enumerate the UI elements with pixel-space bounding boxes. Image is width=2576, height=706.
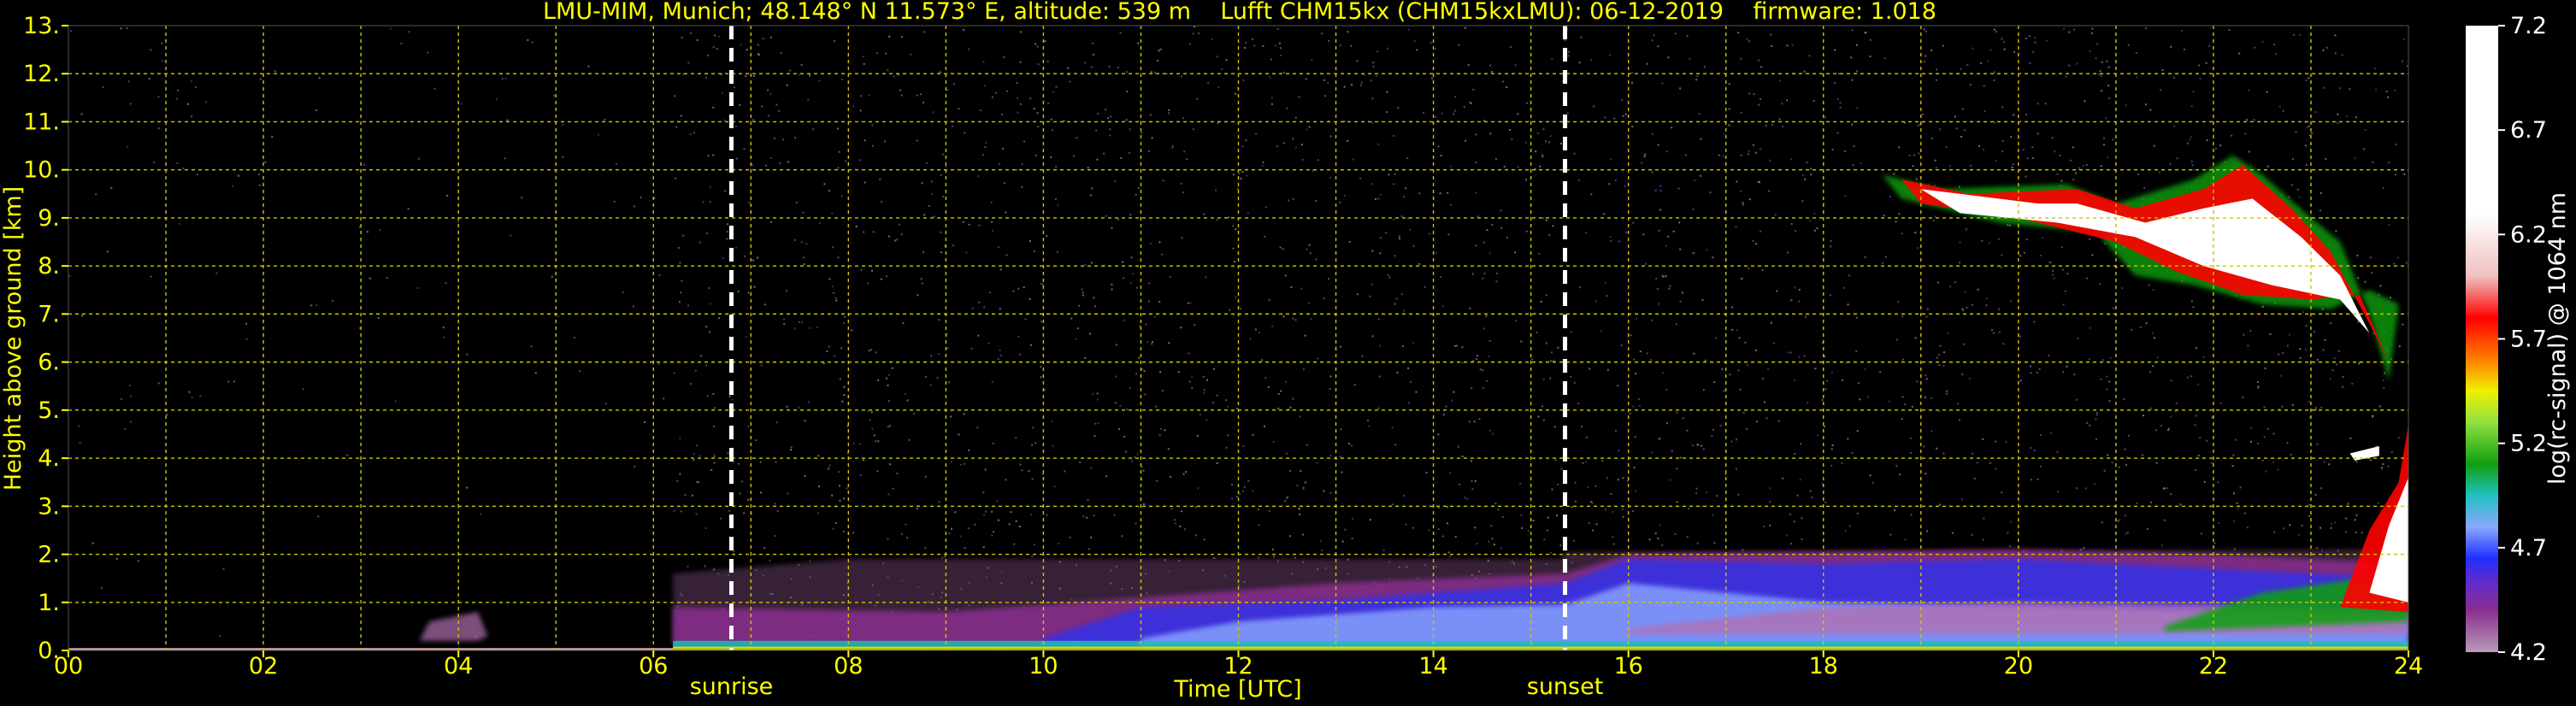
y-tick-label-3: 3.	[38, 493, 60, 520]
x-tick-label-5: 10	[1029, 653, 1058, 680]
x-tick-label-12: 24	[2394, 653, 2423, 680]
colorbar-tick-label-5: 6.7	[2510, 117, 2547, 144]
y-tick-label-2: 2.	[38, 542, 60, 568]
x-tick-label-11: 22	[2199, 653, 2228, 680]
x-tick-label-9: 18	[1809, 653, 1838, 680]
colorbar-tick-label-3: 5.7	[2510, 327, 2547, 353]
y-tick-label-5: 5.	[38, 397, 60, 424]
chart-title: LMU-MIM, Munich; 48.148° N 11.573° E, al…	[543, 0, 1936, 25]
marker-label-sunrise: sunrise	[690, 674, 774, 700]
x-tick-label-7: 14	[1418, 653, 1447, 680]
x-tick-label-2: 04	[444, 653, 473, 680]
y-tick-label-7: 7.	[38, 301, 60, 327]
y-tick-label-1: 1.	[38, 590, 60, 616]
y-tick-label-13: 13.	[23, 13, 60, 39]
marker-label-sunset: sunset	[1527, 674, 1604, 700]
colorbar-tick-label-6: 7.2	[2510, 13, 2547, 39]
plot-area: sunrise sunset	[68, 25, 2409, 700]
colorbar-gradient	[2466, 26, 2498, 652]
colorbar-label: log(rc-signal) @ 1064 nm	[2544, 192, 2571, 485]
colorbar-tick-label-1: 4.7	[2510, 535, 2547, 562]
y-tick-label-4: 4.	[38, 445, 60, 472]
y-tick-label-12: 12.	[23, 61, 60, 87]
x-tick-label-10: 20	[2004, 653, 2033, 680]
y-tick-label-6: 6.	[38, 350, 60, 376]
colorbar-tick-label-0: 4.2	[2510, 639, 2547, 666]
x-axis-label: Time [UTC]	[1173, 676, 1301, 703]
colorbar-tick-label-4: 6.2	[2510, 221, 2547, 248]
x-tick-label-8: 16	[1613, 653, 1642, 680]
colorbar-tick-label-2: 5.2	[2510, 431, 2547, 457]
lidar-backscatter-chart: LMU-MIM, Munich; 48.148° N 11.573° E, al…	[0, 0, 2576, 706]
y-tick-label-11: 11.	[23, 109, 60, 135]
surface-layer-yellow	[673, 646, 2408, 650]
y-axis-label: Height above ground [km]	[0, 186, 27, 491]
y-tick-label-0: 0.	[38, 638, 60, 664]
x-tick-label-1: 02	[249, 653, 278, 680]
y-tick-label-9: 9.	[38, 205, 60, 232]
y-tick-label-10: 10.	[23, 157, 60, 184]
x-tick-label-4: 08	[834, 653, 863, 680]
y-tick-label-8: 8.	[38, 253, 60, 279]
x-tick-label-3: 06	[639, 653, 668, 680]
